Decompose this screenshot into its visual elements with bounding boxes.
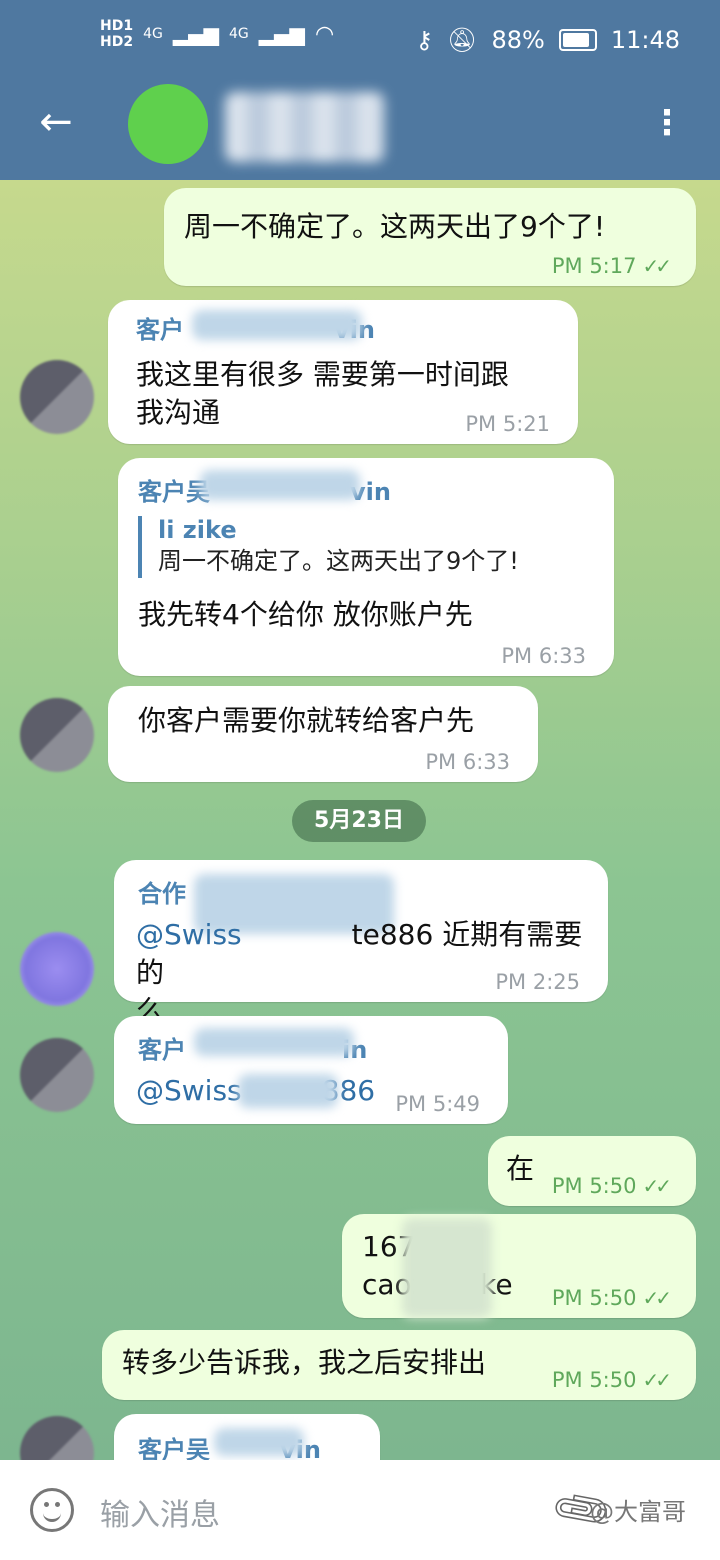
message-outgoing[interactable]: 在 PM 5:50 ✓✓ — [488, 1136, 696, 1206]
wifi-icon: ◠ — [314, 21, 335, 47]
clock: 11:48 — [610, 26, 680, 54]
net1-label: 4G — [143, 26, 163, 42]
message-time: PM 5:49 — [395, 1092, 480, 1116]
message-text: 我这里有很多 需要第一时间跟 我沟通 — [136, 358, 509, 429]
signal-indicators: HD1 HD2 4G ▂▄▆ 4G ▂▄▆ ◠ — [100, 18, 334, 50]
avatar[interactable] — [20, 1038, 94, 1112]
message-time: PM 5:17 ✓✓ — [551, 254, 672, 278]
more-vertical-icon[interactable]: ⋮ — [650, 104, 684, 142]
key-icon: ⚷ — [415, 26, 434, 54]
message-outgoing[interactable]: 转多少告诉我，我之后安排出 PM 5:50 ✓✓ — [102, 1330, 696, 1400]
contact-avatar[interactable] — [128, 84, 208, 164]
avatar[interactable] — [20, 932, 94, 1006]
double-check-icon: ✓✓ — [642, 1368, 671, 1392]
battery-icon — [558, 29, 597, 51]
double-check-icon: ✓✓ — [642, 1286, 671, 1310]
message-time: PM 5:21 — [465, 412, 550, 436]
battery-percent: 88% — [491, 26, 545, 54]
avatar[interactable] — [20, 360, 94, 434]
mute-icon: 🔕︎ — [447, 26, 478, 54]
double-check-icon: ✓✓ — [642, 1174, 671, 1198]
message-time: PM 5:50 ✓✓ — [551, 1368, 672, 1392]
reply-quote[interactable]: li zike 周一不确定了。这两天出了9个了! — [138, 516, 519, 578]
redaction — [238, 1074, 338, 1108]
message-text: 转多少告诉我，我之后安排出 — [122, 1346, 487, 1379]
message-time: PM 2:25 — [495, 970, 580, 994]
message-time: PM 5:50 ✓✓ — [551, 1286, 672, 1310]
signal-icon-2: ▂▄▆ — [258, 22, 305, 46]
chat-header: ← ⋮ — [0, 70, 720, 180]
arrow-left-icon[interactable]: ← — [34, 100, 78, 144]
redaction — [192, 310, 362, 340]
message-text: 周一不确定了。这两天出了9个了! — [184, 210, 606, 243]
message-incoming[interactable]: 客户吴vin — [114, 1414, 380, 1460]
message-time: PM 5:50 ✓✓ — [551, 1174, 672, 1198]
message-text: 我先转4个给你 放你账户先 — [138, 598, 473, 631]
contact-name-redacted[interactable] — [225, 92, 385, 162]
hd2-label: HD2 — [100, 34, 134, 50]
signal-icon: ▂▄▆ — [172, 22, 220, 46]
message-incoming[interactable]: 客户vin 我这里有很多 需要第一时间跟 我沟通 PM 5:21 — [108, 300, 578, 444]
message-incoming[interactable]: 合作 @Swiss te886 近期有需要的 么 PM 2:25 — [114, 860, 608, 1027]
emoji-icon[interactable] — [30, 1488, 74, 1532]
status-right: ⚷ 🔕︎ 88% 11:48 — [415, 26, 680, 54]
status-bar: HD1 HD2 4G ▂▄▆ 4G ▂▄▆ ◠ ⚷ 🔕︎ 88% 11:48 — [0, 0, 720, 70]
message-time: PM 6:33 — [501, 644, 586, 668]
double-check-icon: ✓✓ — [642, 254, 671, 278]
reply-author: li zike — [158, 516, 237, 544]
message-text: 你客户需要你就转给客户先 — [138, 704, 475, 737]
reply-text: 周一不确定了。这两天出了9个了! — [158, 547, 519, 575]
avatar[interactable] — [20, 698, 94, 772]
message-incoming[interactable]: 客户吴 vin li zike 周一不确定了。这两天出了9个了! 我先转4个给你 … — [118, 458, 614, 676]
redaction — [200, 470, 360, 500]
message-composer: 输入消息 📎︎ @大富哥 — [0, 1460, 720, 1560]
message-text: 在 — [506, 1152, 535, 1185]
hd1-label: HD1 — [100, 18, 134, 34]
date-separator: 5月23日 — [292, 800, 426, 842]
message-incoming[interactable]: 你客户需要你就转给客户先 PM 6:33 — [108, 686, 538, 782]
message-outgoing[interactable]: 周一不确定了。这两天出了9个了! PM 5:17 ✓✓ — [164, 188, 696, 286]
watermark: @大富哥 — [590, 1498, 686, 1526]
message-input[interactable]: 输入消息 — [100, 1490, 220, 1534]
sender-name[interactable]: 合作 — [138, 874, 186, 909]
avatar[interactable] — [20, 1416, 94, 1460]
redaction — [214, 1428, 304, 1456]
net2-label: 4G — [229, 26, 249, 42]
redaction — [194, 1028, 354, 1056]
redaction — [402, 1218, 492, 1318]
chat-area[interactable]: 周一不确定了。这两天出了9个了! PM 5:17✓✓ 客户vin 我这里有很多 … — [0, 180, 720, 1460]
message-incoming[interactable]: 客户 in @Swiss 886 PM 5:49 — [114, 1016, 508, 1124]
message-outgoing[interactable]: 1674 caozgke PM 5:50✓✓ — [342, 1214, 696, 1318]
message-time: PM 6:33 — [425, 750, 510, 774]
